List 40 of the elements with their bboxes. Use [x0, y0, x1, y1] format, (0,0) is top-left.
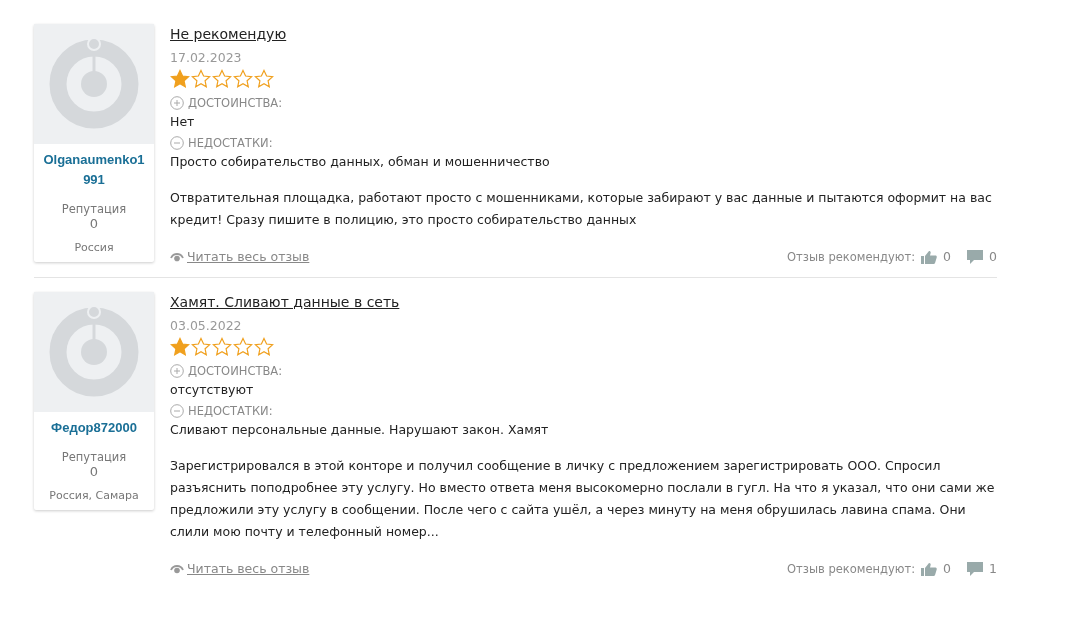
reputation-label: Репутация — [61, 450, 127, 464]
read-more-link[interactable]: Читать весь отзыв — [187, 249, 310, 264]
reputation-value: 0 — [89, 464, 99, 479]
comment-count: 0 — [989, 249, 997, 264]
pros-text: отсутствуют — [170, 382, 254, 397]
pros-text: Нет — [170, 114, 195, 129]
recommend-label: Отзыв рекомендуют: — [787, 249, 916, 264]
cons-text: Просто собирательство данных, обман и мошенничество — [170, 154, 550, 169]
comment-count: 1 — [989, 561, 997, 576]
review-date: 17.02.2023 — [170, 50, 242, 65]
read-more-link[interactable]: Читать весь отзыв — [187, 561, 310, 576]
pros-label: ДОСТОИНСТВА: — [188, 364, 283, 378]
reputation-value: 0 — [89, 216, 99, 231]
pros-label: ДОСТОИНСТВА: — [188, 96, 283, 110]
thumbs-up-icon[interactable] — [921, 561, 938, 576]
review-text: Отвратительная площадка, работают просто с мошенниками, которые забирают у вас данные и пытаются оформит на вас кредит! Сразу пишите в полицию, это просто собирательство данных — [170, 189, 993, 229]
minus-icon — [170, 404, 184, 418]
like-count: 0 — [943, 249, 952, 264]
author-name[interactable]: Olganaumenko1991 — [34, 144, 154, 190]
cons-label: НЕДОСТАТКИ: — [188, 136, 273, 150]
cons-label: НЕДОСТАТКИ: — [188, 404, 273, 418]
review-title[interactable]: Хамят. Сливают данные в сеть — [170, 294, 400, 310]
cons-text: Сливают персональные данные. Нарушают закон. Хамят — [170, 422, 549, 437]
eye-icon — [170, 562, 184, 575]
comment-icon[interactable] — [967, 561, 984, 576]
minus-icon — [170, 136, 184, 150]
reputation-label: Репутация — [61, 202, 127, 216]
location: Россия — [74, 241, 114, 254]
plus-icon — [170, 96, 184, 110]
location: Россия, Самара — [49, 489, 139, 502]
review-date: 03.05.2022 — [170, 318, 242, 333]
recommend-label: Отзыв рекомендуют: — [787, 561, 916, 576]
review-text: Зарегистрировался в этой конторе и получил сообщение в личку с предложением зарегистрировать ООО. Спросил разъяснить поподробнее эту услугу. Но вместо ответа меня высокомерно послали в гугл. На что я указал, что они сами же предложили эту услугу в сообщении. После чего с сайта ушёл, а через минуту на меня обрушилась лавина спама. Они слили мою почту и телефонный номер... — [170, 457, 996, 541]
thumbs-up-icon[interactable] — [921, 249, 938, 264]
plus-icon — [170, 364, 184, 378]
comment-icon[interactable] — [967, 249, 984, 264]
author-name[interactable]: Федор872000 — [34, 412, 154, 438]
eye-icon — [170, 250, 184, 263]
like-count: 0 — [943, 561, 952, 576]
review-title[interactable]: Не рекомендую — [170, 26, 287, 42]
